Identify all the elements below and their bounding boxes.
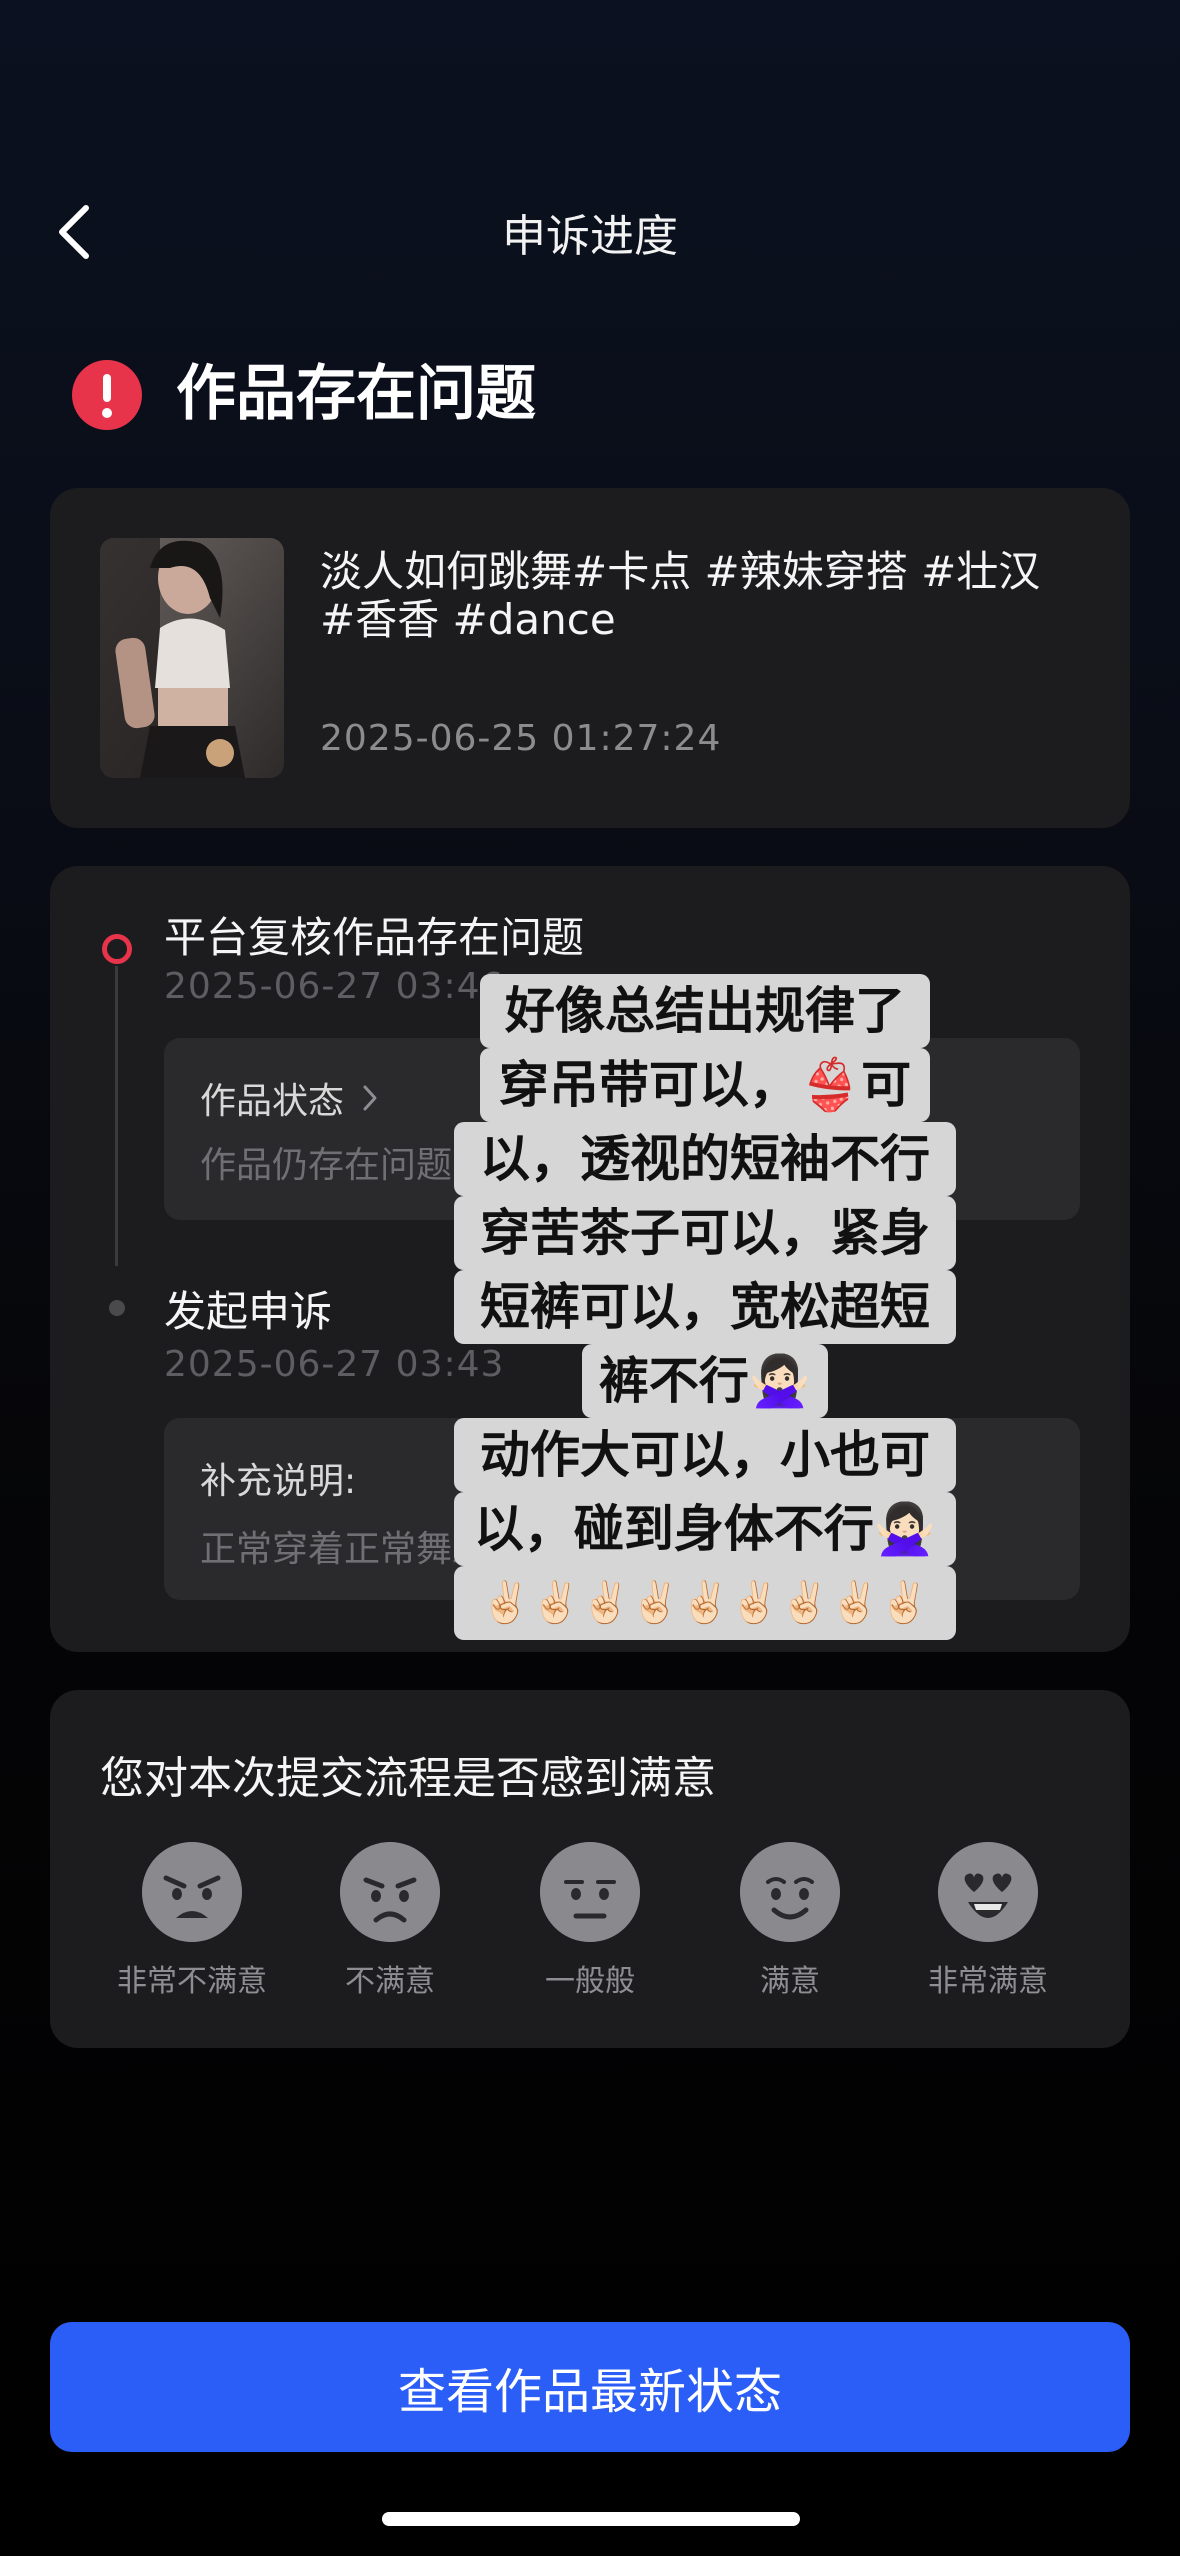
- neutral-option[interactable]: [540, 1842, 640, 1946]
- option-label: 非常不满意: [117, 1964, 267, 1999]
- alert-icon: [72, 360, 142, 430]
- video-timestamp: 2025-06-25 01:27:24: [320, 718, 722, 759]
- work-status-label: 作品状态: [200, 1081, 345, 1122]
- timeline-dot: [109, 1300, 125, 1316]
- neutral-face-icon: [540, 1842, 640, 1942]
- option-label: 一般般: [545, 1964, 635, 1999]
- caption-line: 穿苦茶子可以，紧身: [454, 1196, 956, 1270]
- caption-line: 好像总结出规律了: [480, 974, 930, 1048]
- video-thumbnail[interactable]: [100, 538, 284, 778]
- timeline-step-time: 2025-06-27 03:43: [164, 1344, 505, 1385]
- work-status-link[interactable]: 作品状态: [200, 1072, 378, 1124]
- page-title: 申诉进度: [502, 211, 678, 262]
- caption-line: 短裤可以，宽松超短: [454, 1270, 956, 1344]
- caption-line: 穿吊带可以，👙可: [480, 1048, 930, 1122]
- very-unsatisfied-face-icon: [142, 1842, 242, 1942]
- option-label: 不满意: [345, 1964, 435, 1999]
- caption-line: 以，透视的短袖不行: [454, 1122, 956, 1196]
- unsatisfied-option[interactable]: [340, 1842, 440, 1946]
- satisfied-option[interactable]: [740, 1842, 840, 1946]
- unsatisfied-face-icon: [340, 1842, 440, 1942]
- survey-question: 您对本次提交流程是否感到满意: [100, 1753, 716, 1804]
- appeal-note-label: 补充说明:: [200, 1461, 357, 1502]
- caption-line: 动作大可以，小也可: [454, 1418, 956, 1492]
- caption-line: 以，碰到身体不行🙅🏻‍♀️: [454, 1492, 956, 1566]
- video-title: 淡人如何跳舞#卡点 #辣妹穿搭 #壮汉 #香香 #dance: [320, 547, 1041, 644]
- home-indicator[interactable]: [382, 2512, 800, 2526]
- timeline-step-title: 发起申诉: [164, 1287, 333, 1336]
- very-satisfied-face-icon: [938, 1842, 1038, 1942]
- option-label: 满意: [760, 1964, 820, 1999]
- satisfied-face-icon: [740, 1842, 840, 1942]
- timeline-step-title: 平台复核作品存在问题: [164, 913, 585, 962]
- chevron-right-icon: [363, 1085, 377, 1111]
- appeal-note-text: 正常穿着正常舞蹈: [200, 1529, 489, 1570]
- status-title: 作品存在问题: [176, 359, 536, 429]
- caption-line: ✌🏻✌🏻✌🏻✌🏻✌🏻✌🏻✌🏻✌🏻✌🏻: [454, 1566, 956, 1640]
- timeline-dot-active: [102, 934, 132, 964]
- caption-line: 裤不行🙅🏻‍♀️: [582, 1344, 828, 1418]
- very-satisfied-option[interactable]: [938, 1842, 1038, 1946]
- timeline-step-time: 2025-06-27 03:46: [164, 966, 505, 1007]
- view-latest-status-button[interactable]: 查看作品最新状态: [50, 2322, 1130, 2452]
- timeline-connector: [115, 966, 118, 1266]
- very-unsatisfied-option[interactable]: [142, 1842, 242, 1946]
- option-label: 非常满意: [928, 1964, 1048, 1999]
